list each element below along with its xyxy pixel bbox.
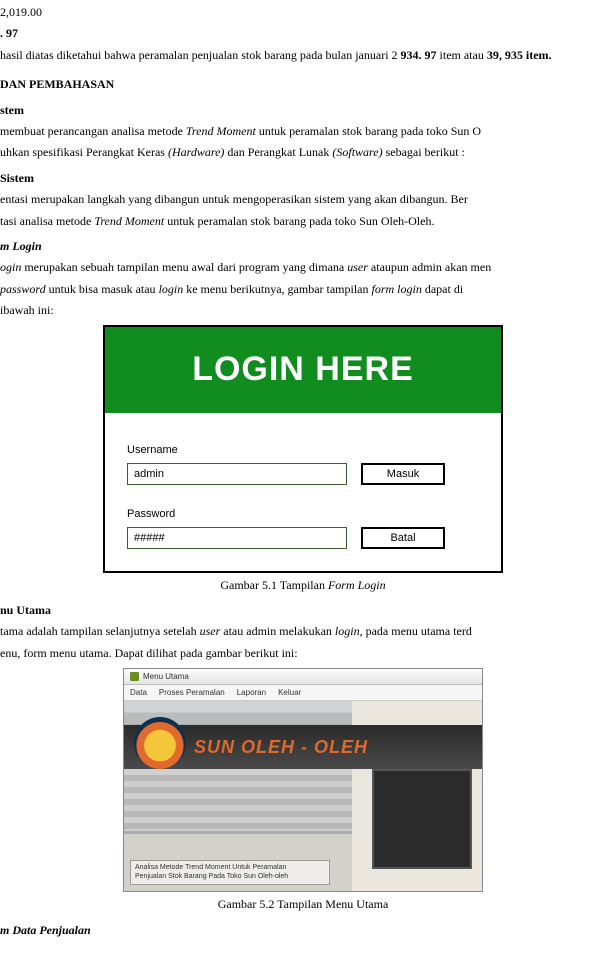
text-run: (Hardware) [168, 145, 224, 159]
window-menubar: Data Proses Peramalan Laporan Keluar [124, 685, 482, 701]
paragraph-menuutama-2: enu, form menu utama. Dapat dilihat pada… [0, 645, 606, 662]
masuk-button[interactable]: Masuk [361, 463, 445, 485]
shop-logo-icon [134, 717, 186, 769]
heading-data-penjualan: m Data Penjualan [0, 922, 606, 939]
text-run: membuat perancangan analisa metode [0, 124, 186, 138]
text-run: item atau [440, 48, 487, 62]
text-run: password [0, 282, 49, 296]
paragraph-impl-2: tasi analisa metode Trend Moment untuk p… [0, 213, 606, 230]
shop-sign-text: SUN OLEH - OLEH [194, 734, 368, 760]
paragraph-sistem-2: uhkan spesifikasi Perangkat Keras (Hardw… [0, 144, 606, 161]
password-input[interactable] [127, 527, 347, 549]
username-input[interactable] [127, 463, 347, 485]
menu-background-image: SUN OLEH - OLEH Analisa Metode Trend Mom… [124, 701, 482, 891]
text-run: Form Login [328, 578, 386, 592]
text-run: Gambar 5.1 Tampilan [220, 578, 328, 592]
caption-fig-5-1: Gambar 5.1 Tampilan Form Login [0, 577, 606, 594]
username-label: Username [127, 443, 347, 459]
overlay-line-2: Penjualan Stok Barang Pada Toko Sun Oleh… [135, 873, 325, 881]
overlay-caption-box: Analisa Metode Trend Moment Untuk Perama… [130, 860, 330, 885]
text-run: user [347, 260, 368, 274]
text-run: atau admin melakukan [223, 624, 335, 638]
text-run: merupakan sebuah tampilan menu awal dari… [24, 260, 347, 274]
batal-button[interactable]: Batal [361, 527, 445, 549]
text-run: untuk bisa masuk atau [49, 282, 159, 296]
text-run: hasil diatas diketahui bahwa peramalan p… [0, 48, 398, 62]
text-run: form login [372, 282, 422, 296]
paragraph-impl-1: entasi merupakan langkah yang dibangun u… [0, 191, 606, 208]
text-run: 934. 97 [401, 48, 437, 62]
paragraph-menuutama-1: tama adalah tampilan selanjutnya setelah… [0, 623, 606, 640]
menu-item-keluar[interactable]: Keluar [278, 687, 301, 699]
paragraph-formlogin-2: password untuk bisa masuk atau login ke … [0, 281, 606, 298]
shop-door [372, 769, 472, 869]
paragraph-formlogin-3: ibawah ini: [0, 302, 606, 319]
heading-menu-utama: nu Utama [0, 602, 606, 619]
heading-dan-pembahasan: DAN PEMBAHASAN [0, 76, 606, 93]
password-label: Password [127, 507, 347, 523]
text-run: tama adalah tampilan selanjutnya setelah [0, 624, 200, 638]
text-run: Trend Moment [186, 124, 256, 138]
text-run: pada menu utama terd [366, 624, 472, 638]
login-body: Username Masuk Password Batal [105, 413, 501, 571]
text-run: Trend Moment [94, 214, 164, 228]
paragraph-formlogin-1: ogin merupakan sebuah tampilan menu awal… [0, 259, 606, 276]
paragraph-result: hasil diatas diketahui bahwa peramalan p… [0, 47, 606, 64]
text-run: user [200, 624, 221, 638]
text-run: uhkan spesifikasi Perangkat Keras [0, 145, 168, 159]
window-titlebar: Menu Utama [124, 669, 482, 685]
text-run: (Software) [332, 145, 382, 159]
menu-item-data[interactable]: Data [130, 687, 147, 699]
text-run: dan Perangkat Lunak [227, 145, 332, 159]
text-line: 2,019.00 [0, 4, 606, 21]
text-run: tasi analisa metode [0, 214, 94, 228]
heading-impl-sistem: Sistem [0, 170, 606, 187]
overlay-line-1: Analisa Metode Trend Moment Untuk Perama… [135, 864, 325, 872]
text-run: ke menu berikutnya, gambar tampilan [186, 282, 371, 296]
heading-sistem: stem [0, 102, 606, 119]
heading-form-login: m Login [0, 238, 606, 255]
text-run: login, [335, 624, 363, 638]
text-run: sebagai berikut : [386, 145, 465, 159]
figure-menu-utama: Menu Utama Data Proses Peramalan Laporan… [123, 668, 483, 892]
text-run: ogin [0, 260, 21, 274]
window-title: Menu Utama [143, 671, 189, 683]
figure-form-login: LOGIN HERE Username Masuk Password Batal [103, 325, 503, 572]
text-run: untuk peramalan stok barang pada toko Su… [259, 124, 481, 138]
menu-item-proses-peramalan[interactable]: Proses Peramalan [159, 687, 225, 699]
login-banner: LOGIN HERE [105, 327, 501, 412]
text-run: untuk peramalan stok barang pada toko Su… [167, 214, 434, 228]
paragraph-sistem-1: membuat perancangan analisa metode Trend… [0, 123, 606, 140]
shop-shutter [124, 769, 352, 831]
menu-item-laporan[interactable]: Laporan [237, 687, 266, 699]
text-line: . 97 [0, 25, 606, 42]
app-icon [130, 672, 139, 681]
text-run: 39, 935 item. [487, 48, 552, 62]
text-run: ataupun admin akan men [371, 260, 491, 274]
caption-fig-5-2: Gambar 5.2 Tampilan Menu Utama [0, 896, 606, 913]
text-run: dapat di [425, 282, 463, 296]
text-run: login [159, 282, 184, 296]
